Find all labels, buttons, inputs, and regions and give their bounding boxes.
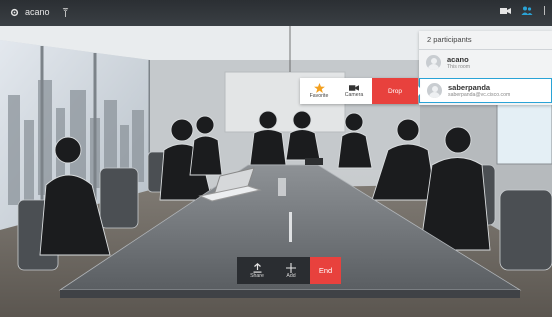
signal-icon[interactable] xyxy=(62,7,69,17)
participants-panel: 2 participants acano This room saberpand… xyxy=(419,31,552,105)
add-button[interactable]: Add xyxy=(277,257,305,284)
end-call-button[interactable]: End xyxy=(310,257,341,284)
drop-button[interactable]: Drop xyxy=(372,78,418,104)
upload-icon xyxy=(253,262,262,273)
participants-icon[interactable] xyxy=(521,6,533,15)
participant-subtitle: This room xyxy=(447,63,471,70)
avatar xyxy=(427,83,442,98)
participant-action-menu: Favorite Camera Drop xyxy=(300,78,423,104)
share-button[interactable]: Share xyxy=(243,257,271,284)
drop-label: Drop xyxy=(387,87,403,95)
participant-row-saberpanda[interactable]: saberpanda saberpanda@vc.cisco.com xyxy=(419,78,552,103)
top-bar: acano xyxy=(0,0,552,26)
favorite-label: Favorite xyxy=(309,93,329,99)
camera-label: Camera xyxy=(344,92,364,98)
star-icon xyxy=(313,83,325,93)
topbar-left: acano xyxy=(10,7,69,17)
participant-name: saberpanda xyxy=(448,82,491,92)
participant-subtitle: saberpanda@vc.cisco.com xyxy=(448,91,511,98)
gear-icon[interactable] xyxy=(10,8,19,17)
camera-icon[interactable] xyxy=(500,7,511,15)
more-icon[interactable] xyxy=(543,6,546,15)
participant-name: acano xyxy=(447,54,469,64)
call-controls-bar: Share Add End xyxy=(237,257,341,284)
end-label: End xyxy=(318,266,333,275)
favorite-button[interactable]: Favorite xyxy=(300,78,338,104)
share-label: Share xyxy=(250,272,264,279)
camera-button[interactable]: Camera xyxy=(338,78,370,104)
topbar-right xyxy=(500,6,546,15)
user-name: acano xyxy=(25,7,50,17)
participant-row-acano[interactable]: acano This room xyxy=(419,50,552,75)
avatar xyxy=(426,55,441,70)
participants-header: 2 participants xyxy=(419,31,552,50)
camera-icon xyxy=(349,84,359,92)
plus-icon xyxy=(286,262,296,273)
add-label: Add xyxy=(286,272,296,279)
video-call-screen: acano 2 participants acano This room sab… xyxy=(0,0,552,317)
